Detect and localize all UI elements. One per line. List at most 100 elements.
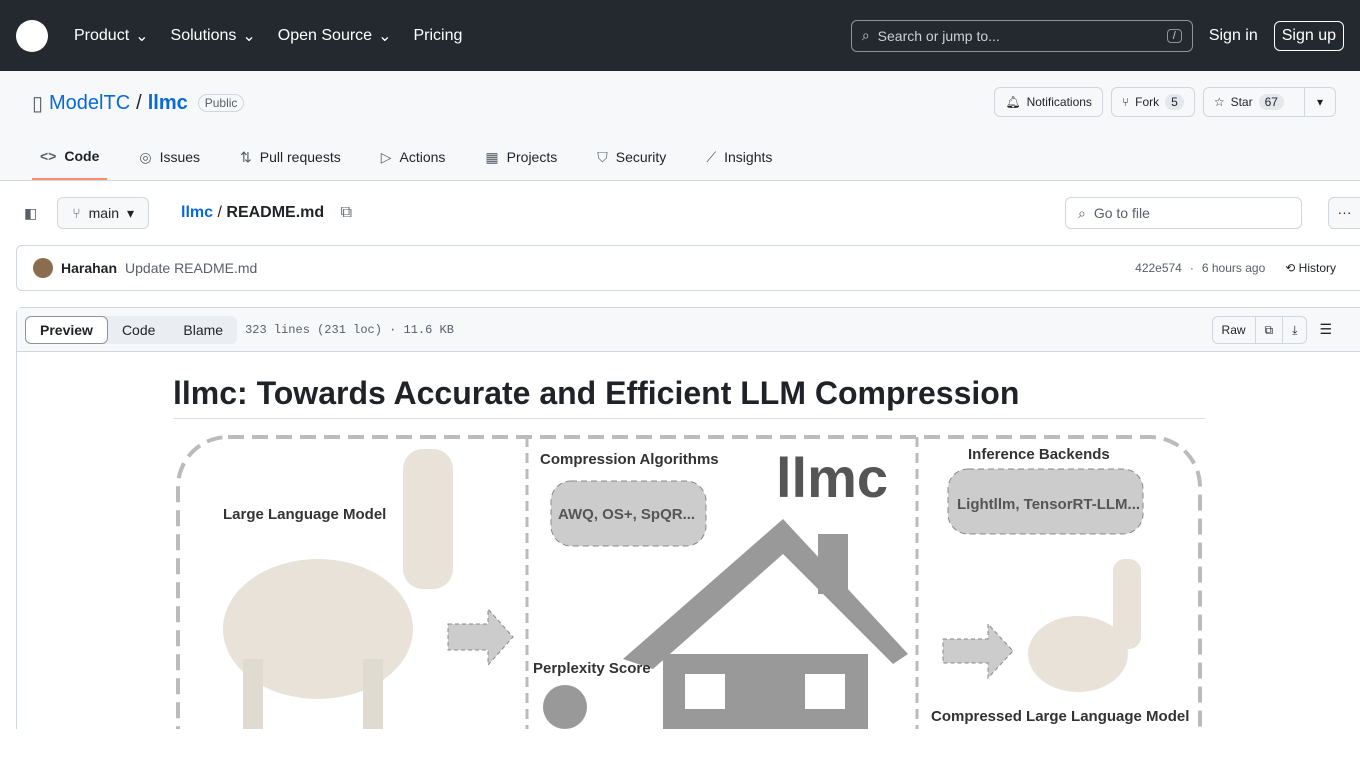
label: History xyxy=(1298,261,1336,275)
tab-label: Pull requests xyxy=(259,149,341,165)
commit-time-separator: · xyxy=(1189,261,1194,275)
caret-down-icon: ▾ xyxy=(127,204,135,221)
figure-label-backends: Inference Backends xyxy=(968,446,1110,463)
commit-author[interactable]: Harahan xyxy=(61,260,117,276)
fork-count: 5 xyxy=(1165,94,1184,110)
blame-tab[interactable]: Blame xyxy=(169,322,237,338)
figure-backends-list: Lightllm, TensorRT-LLM... xyxy=(957,496,1140,513)
breadcrumb: llmc / README.md ⧉ xyxy=(181,204,353,221)
sign-in-link[interactable]: Sign in xyxy=(1209,27,1258,45)
graph-icon: ⟋ xyxy=(706,148,717,165)
repo-owner-link[interactable]: ModelTC xyxy=(49,92,130,115)
dizzy-face-icon xyxy=(543,685,587,729)
tab-code[interactable]: <> Code xyxy=(32,138,108,180)
file-viewer: Preview Code Blame 323 lines (231 loc) ·… xyxy=(16,307,1360,729)
readme-title: llmc: Towards Accurate and Efficient LLM… xyxy=(173,374,1205,419)
tab-label: Projects xyxy=(506,149,558,165)
notifications-button[interactable]: 🔔︎ Notifications xyxy=(994,87,1103,117)
branch-name: main xyxy=(88,205,119,221)
placeholder: Go to file xyxy=(1093,205,1150,221)
shield-icon: ⛉ xyxy=(597,148,608,165)
figure-label-perplexity: Perplexity Score xyxy=(533,660,651,677)
nav-open-source[interactable]: Open Source ⌄ xyxy=(278,26,392,46)
label: Notifications xyxy=(1026,95,1092,109)
repo-name-link[interactable]: llmc xyxy=(148,92,188,115)
code-icon: <> xyxy=(40,148,57,164)
nav-label: Product xyxy=(74,26,130,44)
pull-request-icon: ⇅ xyxy=(240,148,252,165)
nav-solutions[interactable]: Solutions ⌄ xyxy=(171,26,256,46)
search-icon: ⌕ xyxy=(861,27,870,43)
search-placeholder: Search or jump to... xyxy=(877,27,1000,44)
file-info: 323 lines (231 loc) · 11.6 KB xyxy=(245,322,454,337)
history-link[interactable]: ⟲ History xyxy=(1285,261,1336,275)
outline-icon[interactable]: ☰ xyxy=(1319,321,1332,338)
arrow-icon xyxy=(447,607,514,667)
star-count: 67 xyxy=(1258,94,1284,110)
repo-header: ▯ ModelTC / llmc Public 🔔︎ Notifications ⑂… xyxy=(0,71,1360,181)
copy-icon[interactable]: ⧉ xyxy=(1256,316,1284,343)
star-button[interactable]: ☆ Star 67 ▾ xyxy=(1202,87,1336,117)
search-icon: ⌕ xyxy=(1078,204,1086,221)
nav-label: Solutions xyxy=(170,26,237,44)
tab-security[interactable]: ⛉ Security xyxy=(589,138,674,180)
commit-sha[interactable]: 422e574 xyxy=(1135,261,1182,275)
fork-button[interactable]: ⑂ Fork 5 xyxy=(1110,87,1195,117)
tab-actions[interactable]: ▷ Actions xyxy=(373,138,454,180)
search-input[interactable]: ⌕ Search or jump to... / xyxy=(850,19,1193,52)
table-icon: ▦ xyxy=(485,148,499,165)
commit-message[interactable]: Update README.md xyxy=(125,260,257,276)
figure-algorithms-list: AWQ, OS+, SpQR... xyxy=(558,506,695,523)
download-icon[interactable]: ⤓ xyxy=(1283,317,1306,343)
label: Star xyxy=(1230,95,1253,109)
tab-label: Security xyxy=(615,149,667,165)
breadcrumb-repo-link[interactable]: llmc xyxy=(181,204,213,221)
fork-icon: ⑂ xyxy=(1121,95,1130,109)
arrow-icon xyxy=(942,622,1014,680)
tab-issues[interactable]: ◎ Issues xyxy=(131,138,208,180)
sidebar-toggle-icon[interactable]: ◧ xyxy=(24,205,37,222)
star-dropdown-chevron-icon[interactable]: ▾ xyxy=(1303,88,1335,116)
tab-label: Actions xyxy=(399,149,446,165)
star-icon: ☆ xyxy=(1213,95,1225,109)
code-view-tab[interactable]: Code xyxy=(108,322,169,338)
figure-label-algorithms: Compression Algorithms xyxy=(540,451,719,468)
history-icon: ⟲ xyxy=(1285,261,1296,275)
tab-label: Insights xyxy=(724,149,773,165)
tab-label: Issues xyxy=(159,149,201,165)
repo-icon: ▯ xyxy=(32,92,44,115)
tab-pull-requests[interactable]: ⇅ Pull requests xyxy=(232,138,349,180)
breadcrumb-file: README.md xyxy=(226,204,325,221)
raw-button[interactable]: Raw xyxy=(1213,316,1256,343)
issue-icon: ◎ xyxy=(139,148,152,165)
nav-label: Open Source xyxy=(277,26,373,44)
nav-pricing[interactable]: Pricing xyxy=(413,26,462,46)
tab-projects[interactable]: ▦ Projects xyxy=(477,138,565,180)
figure-label-compressed: Compressed Large Language Model xyxy=(931,708,1189,725)
nav-product[interactable]: Product ⌄ xyxy=(74,26,149,46)
more-options-button[interactable]: ··· xyxy=(1328,197,1360,229)
tab-label: Code xyxy=(64,148,100,164)
latest-commit-bar: Harahan Update README.md 422e574 · 6 hours… xyxy=(16,245,1360,291)
bell-icon: 🔔︎ xyxy=(1005,95,1021,109)
branch-selector[interactable]: ⑂ main ▾ xyxy=(57,197,150,229)
architecture-figure: Large Language Model Compression Algorit… xyxy=(176,435,1202,729)
github-logo-icon[interactable] xyxy=(16,19,48,52)
avatar[interactable] xyxy=(33,258,53,278)
shortcut-key: / xyxy=(1166,28,1182,43)
play-icon: ▷ xyxy=(380,148,392,165)
preview-tab[interactable]: Preview xyxy=(25,315,108,344)
view-mode-toggle: Preview Code Blame xyxy=(25,315,238,344)
llmc-logo: llmc xyxy=(776,446,888,509)
figure-label-llm: Large Language Model xyxy=(223,506,386,523)
copy-path-icon[interactable]: ⧉ xyxy=(341,204,352,221)
separator: / xyxy=(136,91,142,114)
sign-up-button[interactable]: Sign up xyxy=(1273,20,1344,51)
label: Fork xyxy=(1135,95,1160,109)
go-to-file-input[interactable]: ⌕ Go to file xyxy=(1065,197,1302,229)
global-header: Product ⌄ Solutions ⌄ Open Source ⌄ Pricing… xyxy=(0,0,1360,71)
tab-insights[interactable]: ⟋ Insights xyxy=(698,138,780,180)
branch-icon: ⑂ xyxy=(72,205,81,221)
commit-time: 6 hours ago xyxy=(1201,261,1266,275)
visibility-badge: Public xyxy=(197,94,245,112)
